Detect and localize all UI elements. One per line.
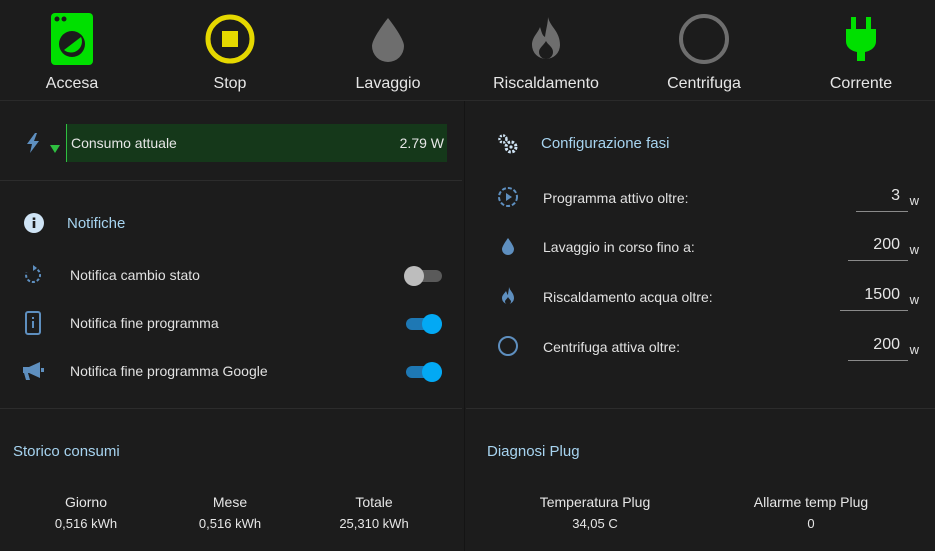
- consumption-value: 2.79 W: [399, 135, 444, 151]
- phase-label: Riscaldamento acqua oltre:: [543, 289, 713, 305]
- status-label: Lavaggio: [355, 75, 421, 92]
- history-title: Storico consumi: [13, 443, 120, 460]
- stat-value: 0,516 kWh: [198, 516, 262, 531]
- stat-value: 25,310 kWh: [339, 516, 409, 531]
- status-label: Corrente: [829, 75, 893, 92]
- info-icon: [23, 212, 45, 239]
- circle-outline-icon: [678, 12, 730, 66]
- phase-label: Lavaggio in corso fino a:: [543, 239, 695, 255]
- notification-row-google: Notifica fine programma Google: [20, 356, 446, 386]
- status-label: Riscaldamento: [493, 75, 599, 92]
- notification-label: Notifica fine programma Google: [70, 363, 268, 379]
- consumption-row[interactable]: Consumo attuale 2.79 W: [20, 122, 448, 164]
- notification-label: Notifica fine programma: [70, 315, 219, 331]
- notification-row-cambio-stato: Notifica cambio stato: [20, 260, 446, 290]
- flash-icon: [26, 133, 40, 158]
- phase-row-lavaggio: Lavaggio in corso fino a: w: [496, 229, 922, 263]
- stat-value: 0: [807, 516, 815, 531]
- fire-icon: [520, 12, 572, 66]
- stat-totale: Totale 25,310 kWh: [314, 494, 434, 531]
- consumption-label: Consumo attuale: [71, 135, 177, 151]
- stat-name: Giorno: [64, 494, 108, 510]
- phase-value-input[interactable]: [848, 329, 908, 361]
- divider: [0, 100, 935, 101]
- phase-value-input[interactable]: [848, 229, 908, 261]
- stat-giorno: Giorno 0,516 kWh: [26, 494, 146, 531]
- stat-name: Temperatura Plug: [539, 494, 651, 510]
- water-drop-icon: [496, 234, 520, 258]
- washing-machine-icon: [46, 12, 98, 66]
- phase-unit: w: [909, 193, 919, 208]
- notification-toggle[interactable]: [406, 314, 442, 334]
- status-tile-centrifuga[interactable]: Centrifuga: [626, 0, 782, 100]
- stat-value: 34,05 C: [572, 516, 618, 531]
- bullhorn-icon: [20, 359, 46, 383]
- stat-name: Totale: [355, 494, 393, 510]
- stat-name: Allarme temp Plug: [753, 494, 869, 510]
- divider: [0, 180, 462, 181]
- cogs-icon: [497, 133, 519, 160]
- phases-title: Configurazione fasi: [541, 135, 670, 152]
- notification-toggle[interactable]: [406, 362, 442, 382]
- notification-row-fine-programma: Notifica fine programma: [20, 308, 446, 338]
- toggle-knob: [422, 314, 442, 334]
- stat-name: Mese: [212, 494, 248, 510]
- phase-value-input[interactable]: [840, 279, 908, 311]
- toggle-knob: [422, 362, 442, 382]
- status-tile-lavaggio[interactable]: Lavaggio: [310, 0, 466, 100]
- phase-label: Centrifuga attiva oltre:: [543, 339, 680, 355]
- toggle-knob: [404, 266, 424, 286]
- notification-label: Notifica cambio stato: [70, 267, 200, 283]
- fire-icon: [496, 284, 520, 308]
- status-label: Stop: [213, 75, 247, 92]
- cellphone-info-icon: [20, 311, 46, 335]
- divider: [466, 408, 935, 409]
- stat-temperatura-plug: Temperatura Plug 34,05 C: [515, 494, 675, 531]
- status-tile-corrente[interactable]: Corrente: [783, 0, 935, 100]
- stat-allarme-temp-plug: Allarme temp Plug 0: [731, 494, 891, 531]
- phase-value-input[interactable]: [856, 180, 908, 212]
- column-divider: [464, 101, 465, 551]
- divider: [0, 408, 462, 409]
- notifications-title: Notifiche: [67, 215, 126, 232]
- phase-unit: w: [909, 242, 919, 257]
- phase-row-centrifuga: Centrifuga attiva oltre: w: [496, 329, 922, 363]
- diagnostics-title: Diagnosi Plug: [487, 443, 580, 460]
- stat-mese: Mese 0,516 kWh: [170, 494, 290, 531]
- phase-row-programma: Programma attivo oltre: w: [496, 180, 922, 214]
- restart-icon: [20, 263, 46, 287]
- status-tile-accesa[interactable]: Accesa: [0, 0, 150, 100]
- status-tile-riscaldamento[interactable]: Riscaldamento: [468, 0, 624, 100]
- phase-row-riscaldamento: Riscaldamento acqua oltre: w: [496, 279, 922, 313]
- phase-label: Programma attivo oltre:: [543, 190, 689, 206]
- stat-value: 0,516 kWh: [54, 516, 118, 531]
- triangle-down-icon: [50, 140, 60, 158]
- status-tile-stop[interactable]: Stop: [152, 0, 308, 100]
- water-drop-icon: [362, 12, 414, 66]
- status-label: Accesa: [45, 75, 99, 92]
- status-bar: Accesa Stop Lavaggio Riscaldamento Centr…: [0, 0, 935, 100]
- notification-toggle[interactable]: [404, 266, 442, 286]
- circle-outline-icon: [496, 334, 520, 358]
- power-plug-icon: [835, 12, 887, 66]
- play-circle-dashed-icon: [496, 185, 520, 209]
- status-label: Centrifuga: [667, 75, 741, 92]
- stop-circle-icon: [204, 12, 256, 66]
- phase-unit: w: [909, 342, 919, 357]
- phase-unit: w: [909, 292, 919, 307]
